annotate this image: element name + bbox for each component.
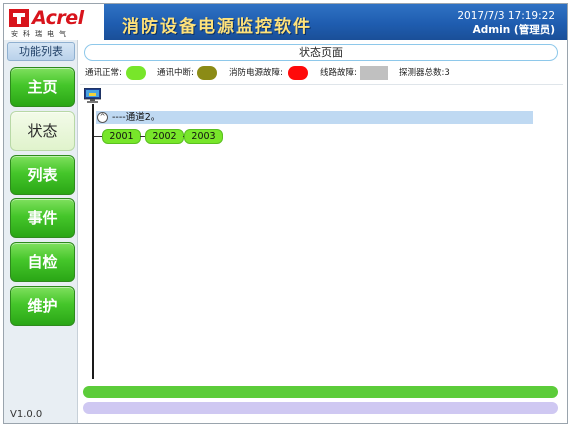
tree-connector-line bbox=[92, 104, 94, 379]
tree-branch bbox=[94, 136, 102, 137]
nav-events-button[interactable]: 事件 bbox=[10, 198, 75, 238]
app-title: 消防设备电源监控软件 bbox=[122, 17, 312, 37]
legend-power-fault-label: 消防电源故障: bbox=[229, 68, 283, 78]
current-user: Admin (管理员) bbox=[472, 24, 555, 36]
logo-text: Acrel bbox=[32, 7, 84, 29]
nav-list-button[interactable]: 列表 bbox=[10, 155, 75, 195]
datetime-panel: 2017/7/3 17:19:22 Admin (管理员) bbox=[457, 9, 555, 37]
nav-status-button[interactable]: 状态 bbox=[10, 111, 75, 151]
legend-power-fault-swatch bbox=[288, 66, 308, 80]
channel-label[interactable]: ----通道2。 bbox=[112, 111, 160, 124]
nav-home-button[interactable]: 主页 bbox=[10, 67, 75, 107]
legend-comm-break-swatch bbox=[197, 66, 217, 80]
logo-subtitle: 安科瑞电气 bbox=[11, 30, 71, 38]
nav-maintenance-button[interactable]: 维护 bbox=[10, 286, 75, 326]
legend-normal-label: 通讯正常: bbox=[85, 68, 122, 78]
sidebar-title: 功能列表 bbox=[7, 42, 75, 61]
device-node-2001[interactable]: 2001 bbox=[102, 129, 141, 144]
legend-line-fault-label: 线路故障: bbox=[320, 68, 357, 78]
legend-comm-break-label: 通讯中断: bbox=[157, 68, 194, 78]
device-node-2002[interactable]: 2002 bbox=[145, 129, 184, 144]
current-datetime: 2017/7/3 17:19:22 bbox=[457, 10, 555, 22]
legend-line-fault-swatch bbox=[360, 66, 388, 80]
version-label: V1.0.0 bbox=[10, 409, 43, 420]
acrel-logo-icon bbox=[9, 9, 29, 27]
monitor-icon bbox=[84, 88, 101, 103]
legend-normal-swatch bbox=[126, 66, 146, 80]
collapse-toggle-icon[interactable]: ^ bbox=[97, 112, 108, 123]
channel-row[interactable] bbox=[96, 111, 533, 124]
page-title: 状态页面 bbox=[84, 44, 558, 61]
detector-total: 探测器总数:3 bbox=[399, 68, 450, 78]
device-node-2003[interactable]: 2003 bbox=[184, 129, 223, 144]
nav-selftest-button[interactable]: 自检 bbox=[10, 242, 75, 282]
header-bar: Acrel 安科瑞电气 消防设备电源监控软件 2017/7/3 17:19:22… bbox=[4, 4, 567, 40]
logo: Acrel 安科瑞电气 bbox=[4, 4, 104, 40]
status-bar-lilac bbox=[83, 402, 558, 414]
status-bar-green bbox=[83, 386, 558, 398]
